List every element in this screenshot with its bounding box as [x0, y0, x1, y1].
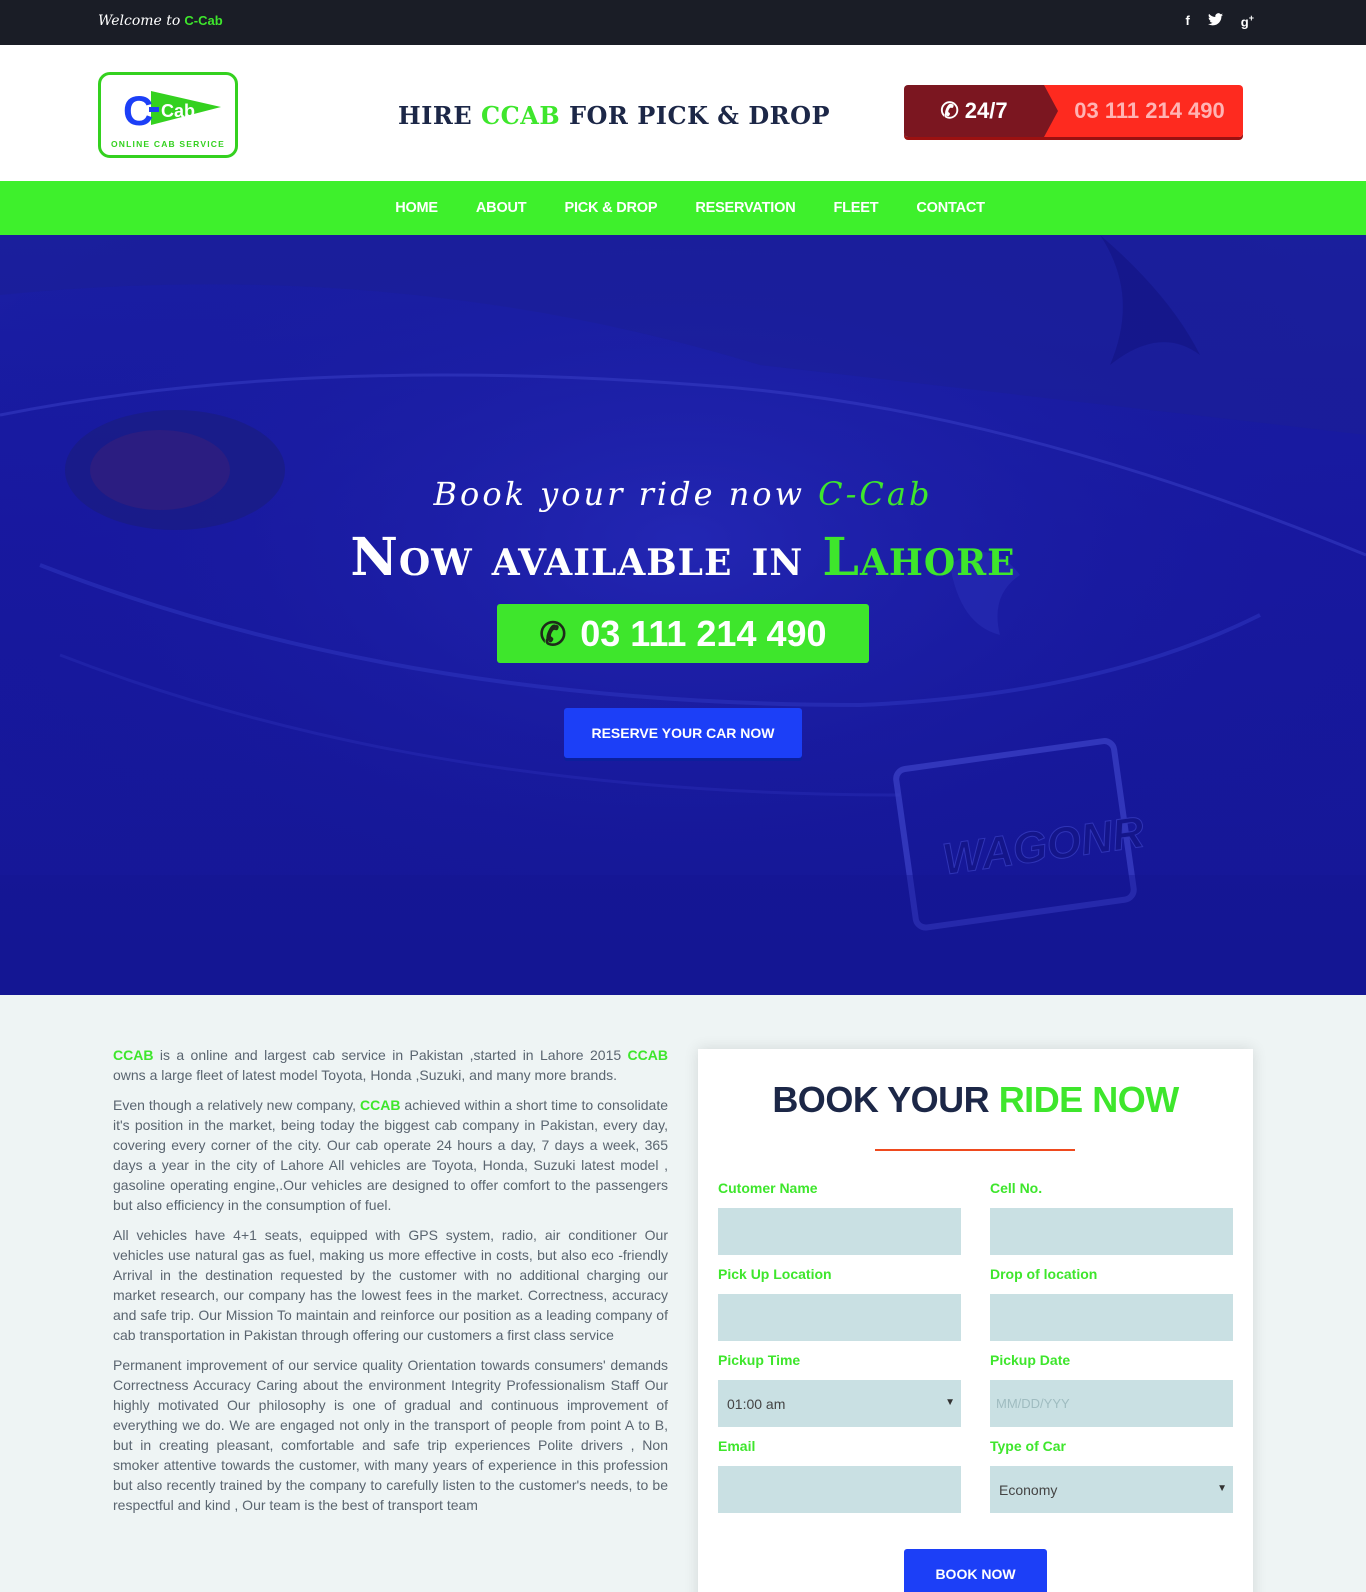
- customer-name-label: Cutomer Name: [718, 1180, 818, 1196]
- chevron-down-icon: ▼: [1217, 1483, 1227, 1494]
- drop-location-input[interactable]: [990, 1294, 1233, 1341]
- customer-name-input[interactable]: [718, 1208, 961, 1255]
- hero-script-brand: C-Cab: [818, 475, 933, 513]
- about-paragraph-3: All vehicles have 4+1 seats, equipped wi…: [113, 1227, 668, 1343]
- about-p2-text-b: achieved within a short time to consolid…: [113, 1097, 668, 1213]
- email-input[interactable]: [718, 1466, 961, 1513]
- main-nav: HOME ABOUT PICK & DROP RESERVATION FLEET…: [0, 181, 1366, 235]
- header-phone-number[interactable]: 03 111 214 490: [1044, 85, 1243, 137]
- hero-banner: WAGONR Book your ride now C-Cab Now avai…: [0, 235, 1366, 995]
- hours-label: 24/7: [964, 98, 1008, 123]
- nav-contact[interactable]: CONTACT: [916, 200, 985, 216]
- chevron-down-icon: ▼: [945, 1397, 955, 1408]
- social-links: f g+: [1185, 13, 1254, 29]
- phone-icon: ✆: [940, 98, 959, 123]
- pickup-time-value: 01:00 am: [727, 1395, 786, 1412]
- about-p1-text-a: is a online and largest cab service in P…: [153, 1047, 628, 1063]
- drop-location-label: Drop of location: [990, 1266, 1098, 1282]
- car-type-select[interactable]: Economy ▼: [990, 1466, 1233, 1513]
- email-label: Email: [718, 1438, 756, 1454]
- about-paragraph-1: CCAB is a online and largest cab service…: [113, 1045, 668, 1085]
- google-plus-icon[interactable]: g+: [1241, 13, 1254, 29]
- about-brand: CCAB: [113, 1047, 154, 1063]
- car-type-value: Economy: [999, 1481, 1058, 1498]
- about-section: CCAB is a online and largest cab service…: [113, 1045, 668, 1525]
- header-phone-box[interactable]: ✆ 24/7 03 111 214 490: [904, 85, 1243, 137]
- cell-no-label: Cell No.: [990, 1180, 1043, 1196]
- about-p2-text-a: Even though a relatively new company,: [113, 1097, 360, 1113]
- svg-text:C: C: [123, 87, 153, 133]
- tagline-brand: CCAB: [481, 101, 561, 130]
- booking-form: BOOK YOUR RIDE NOW Cutomer Name Cell No.…: [698, 1049, 1253, 1592]
- about-paragraph-2: Even though a relatively new company, CC…: [113, 1095, 668, 1215]
- hero-title-city: Lahore: [822, 527, 1016, 588]
- nav-reservation[interactable]: RESERVATION: [695, 200, 795, 216]
- site-header: C Cab Online cab service HIRE CCAB FOR P…: [0, 45, 1366, 181]
- logo-tagline: Online cab service: [110, 139, 225, 149]
- pickup-location-label: Pick Up Location: [718, 1266, 832, 1282]
- hero-script-heading: Book your ride now C-Cab: [0, 475, 1366, 513]
- facebook-icon[interactable]: f: [1185, 13, 1189, 29]
- about-brand: CCAB: [359, 1097, 401, 1113]
- pickup-time-select[interactable]: 01:00 am ▼: [718, 1380, 961, 1427]
- nav-fleet[interactable]: FLEET: [833, 200, 878, 216]
- welcome-label: Welcome to: [98, 13, 181, 29]
- svg-text:Cab: Cab: [161, 101, 195, 121]
- book-now-button[interactable]: BOOK NOW: [904, 1549, 1047, 1592]
- hero-script-pre: Book your ride now: [433, 475, 819, 513]
- pickup-time-label: Pickup Time: [718, 1352, 801, 1368]
- hero-title-pre: Now available in: [350, 527, 823, 588]
- phone-icon: ✆: [539, 615, 567, 652]
- about-p1-text-b: owns a large fleet of latest model Toyot…: [113, 1067, 618, 1083]
- cell-no-input[interactable]: [990, 1208, 1233, 1255]
- form-title-green: RIDE NOW: [998, 1079, 1180, 1120]
- form-title-pre: BOOK YOUR: [772, 1079, 999, 1120]
- tagline-post: FOR PICK & DROP: [560, 101, 831, 130]
- hero-title: Now available in Lahore: [0, 527, 1366, 588]
- hero-phone-badge[interactable]: ✆ 03 111 214 490: [497, 604, 869, 663]
- about-brand: CCAB: [627, 1047, 668, 1063]
- hours-badge: ✆ 24/7: [904, 85, 1058, 137]
- pickup-location-input[interactable]: [718, 1294, 961, 1341]
- hero-phone-number: 03 111 214 490: [580, 612, 827, 654]
- about-paragraph-4: Permanent improvement of our service qua…: [113, 1357, 668, 1513]
- pickup-date-input[interactable]: MM/DD/YYY: [990, 1380, 1233, 1427]
- welcome-brand: C-Cab: [184, 13, 223, 28]
- pickup-date-label: Pickup Date: [990, 1352, 1071, 1368]
- welcome-text: Welcome to C-Cab: [98, 13, 223, 29]
- twitter-icon[interactable]: [1207, 13, 1223, 29]
- ccab-logo[interactable]: C Cab Online cab service: [98, 72, 238, 158]
- logo-mark-icon: C Cab: [123, 87, 221, 133]
- nav-home[interactable]: HOME: [395, 200, 438, 216]
- car-type-label: Type of Car: [990, 1438, 1066, 1454]
- top-bar: Welcome to C-Cab f g+: [0, 0, 1366, 45]
- header-tagline: HIRE CCAB FOR PICK & DROP: [398, 101, 830, 130]
- form-title: BOOK YOUR RIDE NOW: [698, 1079, 1253, 1121]
- nav-about[interactable]: ABOUT: [476, 200, 527, 216]
- form-divider: [875, 1149, 1075, 1151]
- tagline-pre: HIRE: [398, 101, 481, 130]
- nav-pick-drop[interactable]: PICK & DROP: [564, 200, 657, 216]
- reserve-car-button[interactable]: RESERVE YOUR CAR NOW: [564, 708, 802, 758]
